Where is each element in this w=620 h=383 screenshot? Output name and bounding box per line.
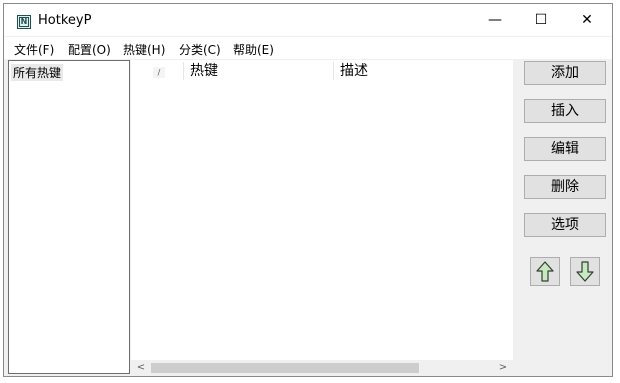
list-header: / 热键 描述 — [131, 60, 513, 82]
menu-hotkey[interactable]: 热键(H) — [123, 41, 165, 58]
app-icon: N — [17, 15, 31, 29]
scroll-right-icon[interactable]: > — [495, 360, 511, 376]
scroll-thumb[interactable] — [151, 363, 419, 373]
menu-bar: 文件(F) 配置(O) 热键(H) 分类(C) 帮助(E) — [4, 37, 612, 59]
edit-button[interactable]: 编辑 — [524, 137, 606, 161]
title-bar[interactable]: N HotkeyP — ☐ ✕ — [4, 4, 612, 36]
maximize-button[interactable]: ☐ — [518, 4, 564, 36]
window-title: HotkeyP — [38, 13, 92, 28]
category-tree[interactable]: 所有热键 — [8, 60, 130, 374]
options-button[interactable]: 选项 — [524, 213, 606, 237]
minimize-button[interactable]: — — [472, 4, 518, 36]
add-button[interactable]: 添加 — [524, 61, 606, 85]
column-divider[interactable] — [333, 62, 334, 80]
column-divider[interactable] — [183, 62, 184, 80]
menu-help[interactable]: 帮助(E) — [233, 41, 274, 58]
menu-category[interactable]: 分类(C) — [179, 41, 221, 58]
insert-button[interactable]: 插入 — [524, 99, 606, 123]
column-header-check[interactable]: / — [153, 67, 165, 78]
move-up-button[interactable] — [530, 257, 560, 286]
column-header-description[interactable]: 描述 — [340, 60, 368, 82]
up-arrow-icon — [536, 261, 554, 282]
main-window: N HotkeyP — ☐ ✕ 文件(F) 配置(O) 热键(H) 分类(C) … — [3, 3, 613, 377]
down-arrow-icon — [576, 261, 594, 282]
scroll-left-icon[interactable]: < — [133, 360, 149, 376]
horizontal-scrollbar[interactable]: < > — [131, 360, 513, 376]
column-header-hotkey[interactable]: 热键 — [190, 60, 218, 82]
close-button[interactable]: ✕ — [564, 4, 610, 36]
move-down-button[interactable] — [570, 257, 600, 286]
menu-file[interactable]: 文件(F) — [14, 41, 54, 58]
menu-config[interactable]: 配置(O) — [68, 41, 111, 58]
category-all-hotkeys[interactable]: 所有热键 — [11, 64, 64, 81]
hotkey-list[interactable]: / 热键 描述 < > — [131, 60, 513, 376]
delete-button[interactable]: 删除 — [524, 175, 606, 199]
